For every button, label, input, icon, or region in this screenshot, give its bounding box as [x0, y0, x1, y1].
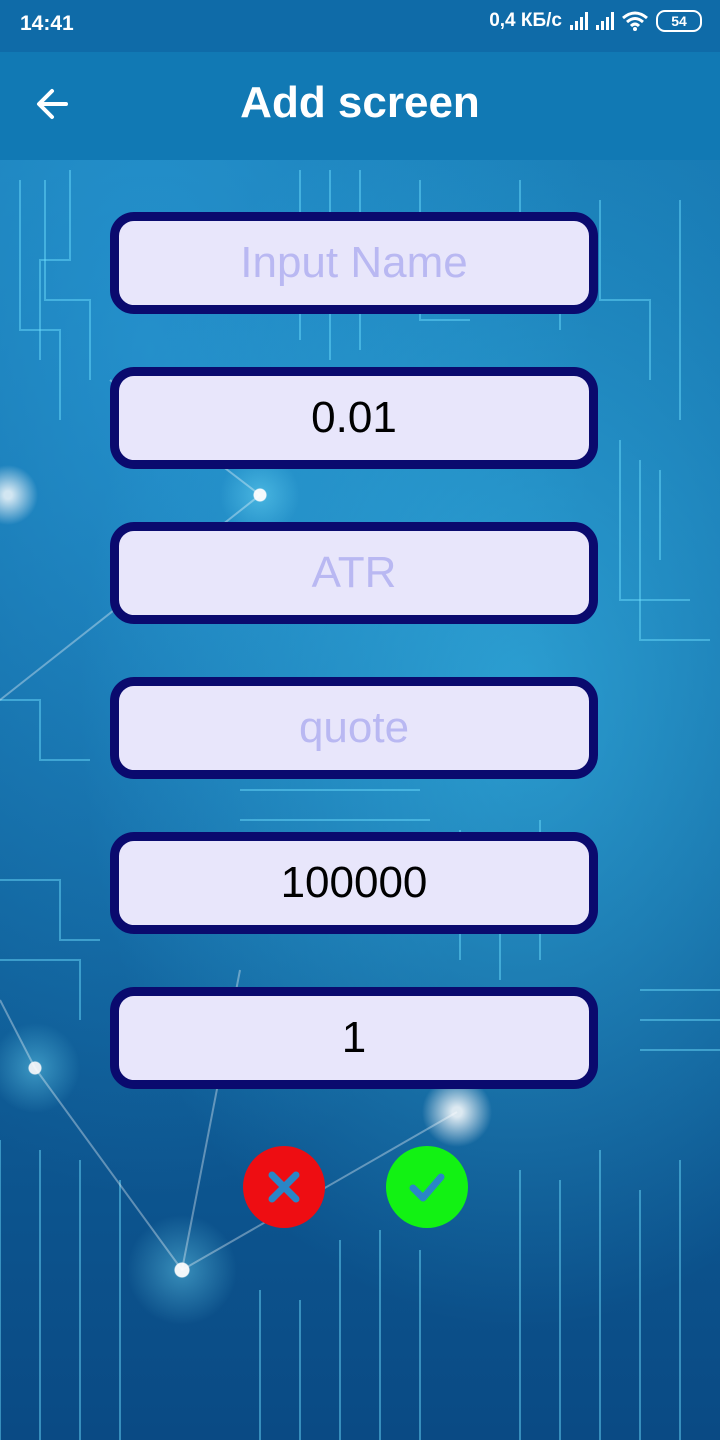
name-input[interactable] — [119, 221, 589, 305]
status-time: 14:41 — [20, 12, 74, 35]
roaming-signal-icon — [596, 12, 614, 30]
amount-field[interactable] — [110, 832, 598, 934]
step-field[interactable] — [110, 367, 598, 469]
count-field[interactable] — [110, 987, 598, 1089]
status-bar: 14:41 0,4 КБ/с 54 — [0, 0, 720, 52]
quote-input[interactable] — [119, 686, 589, 770]
cancel-button[interactable] — [243, 1146, 325, 1228]
atr-field[interactable] — [110, 522, 598, 624]
wifi-icon — [622, 11, 648, 31]
name-field[interactable] — [110, 212, 598, 314]
signal-icon — [570, 12, 588, 30]
battery-icon: 54 — [656, 10, 702, 32]
amount-input[interactable] — [119, 841, 589, 925]
check-icon — [409, 1173, 445, 1202]
count-input[interactable] — [119, 996, 589, 1080]
close-icon — [268, 1171, 300, 1203]
network-speed: 0,4 КБ/с — [489, 10, 562, 31]
quote-field[interactable] — [110, 677, 598, 779]
page-title: Add screen — [240, 78, 480, 127]
atr-input[interactable] — [119, 531, 589, 615]
step-input[interactable] — [119, 376, 589, 460]
status-indicators: 0,4 КБ/с 54 — [489, 10, 702, 32]
app-bar: Add screen — [0, 52, 720, 160]
confirm-button[interactable] — [386, 1146, 468, 1228]
